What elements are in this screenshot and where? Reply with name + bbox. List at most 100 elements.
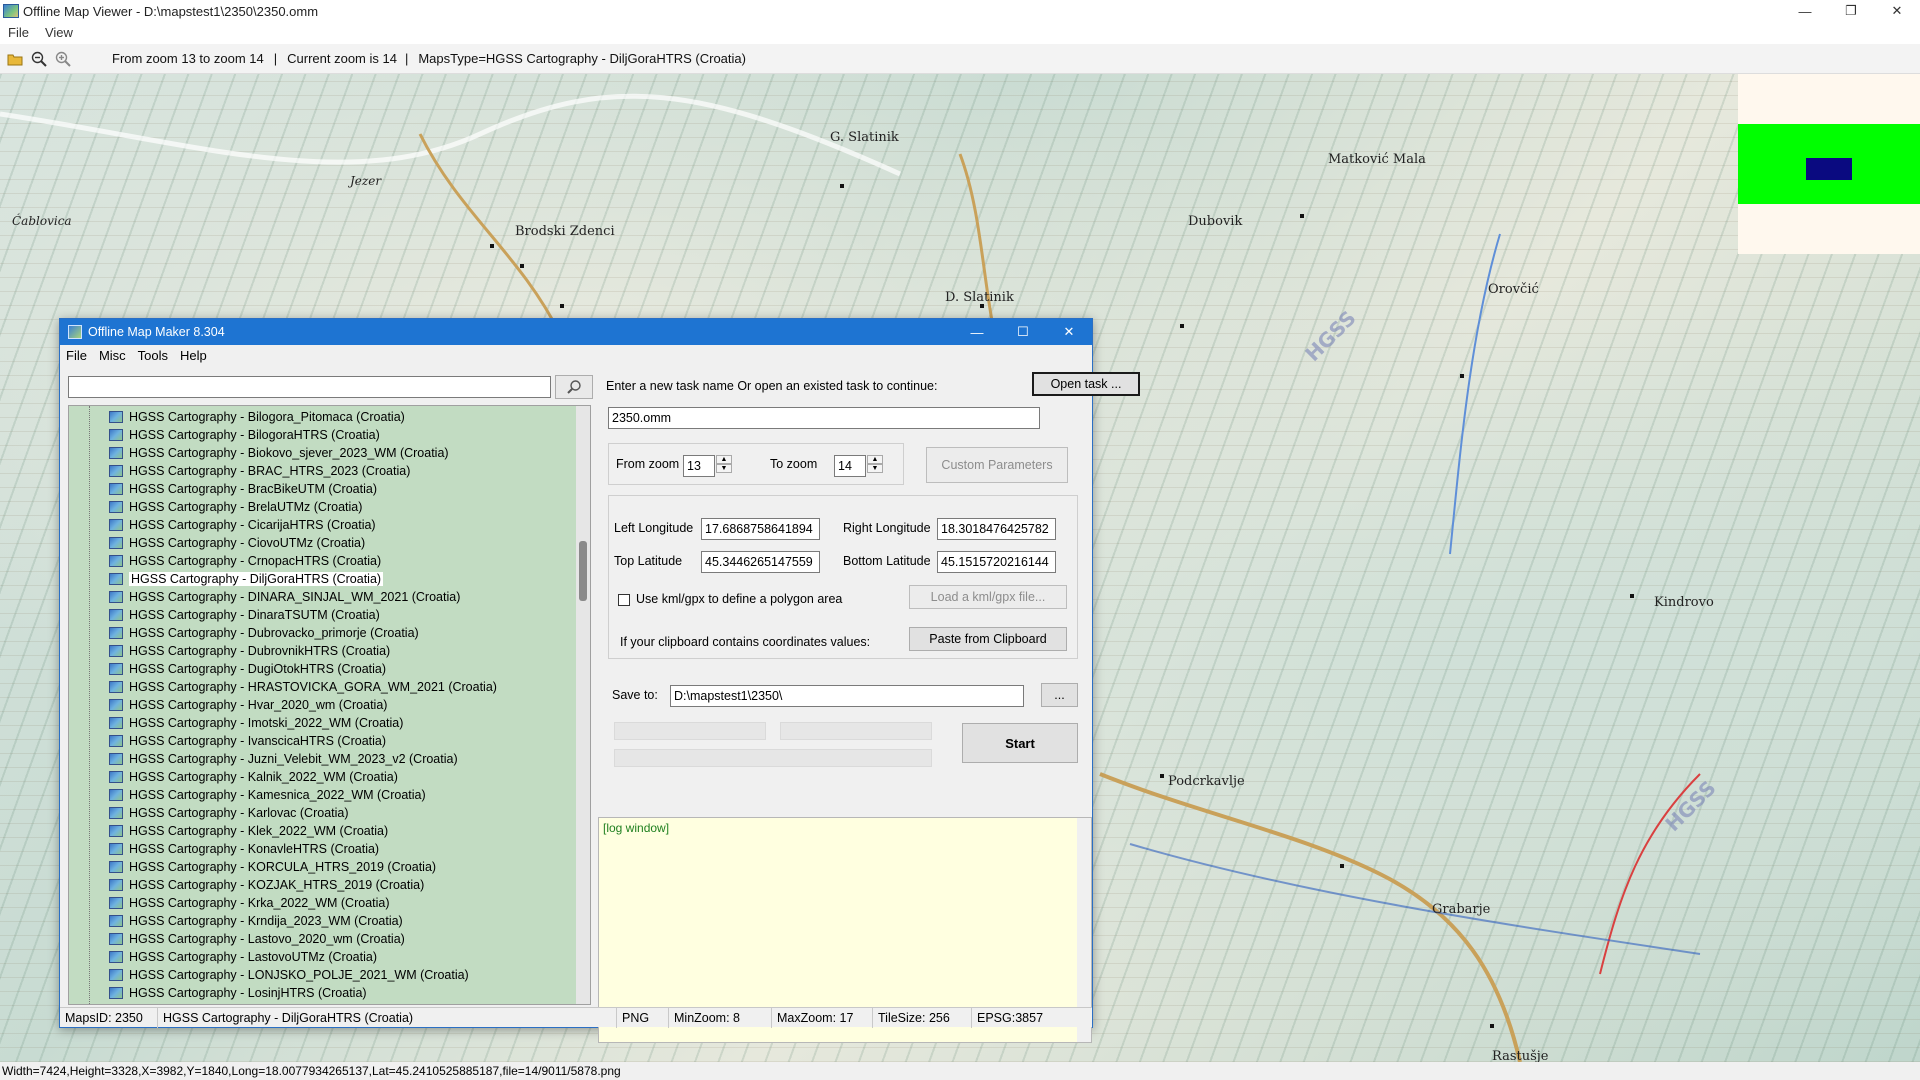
clipboard-prompt: If your clipboard contains coordinates v… — [620, 635, 871, 649]
tree-item[interactable]: HGSS Cartography - HRASTOVICKA_GORA_WM_2… — [109, 678, 497, 696]
top-latitude-input[interactable]: 45.3446265147559 — [701, 551, 820, 573]
paste-clipboard-button[interactable]: Paste from Clipboard — [909, 627, 1067, 651]
restore-button[interactable]: ❐ — [1828, 0, 1874, 22]
separator: | — [273, 51, 278, 66]
from-zoom-input[interactable]: 13 — [683, 455, 715, 477]
map-tile-icon — [109, 465, 123, 477]
open-folder-icon[interactable] — [6, 50, 24, 68]
menu-misc[interactable]: Misc — [93, 348, 132, 363]
right-longitude-input[interactable]: 18.3018476425782 — [937, 518, 1056, 540]
task-name-input[interactable]: 2350.omm — [608, 407, 1040, 429]
tree-item[interactable]: HGSS Cartography - CiovoUTMz (Croatia) — [109, 534, 365, 552]
menu-file[interactable]: File — [60, 348, 93, 363]
tree-item-label: HGSS Cartography - DubrovnikHTRS (Croati… — [129, 644, 391, 658]
map-tile-icon — [109, 591, 123, 603]
tree-item[interactable]: HGSS Cartography - BrelaUTMz (Croatia) — [109, 498, 362, 516]
tree-item[interactable]: HGSS Cartography - Hvar_2020_wm (Croatia… — [109, 696, 387, 714]
tree-item[interactable]: HGSS Cartography - KOZJAK_HTRS_2019 (Cro… — [109, 876, 424, 894]
use-kml-checkbox[interactable] — [618, 594, 630, 606]
browse-button[interactable]: ... — [1041, 683, 1078, 707]
tree-item[interactable]: HGSS Cartography - DubrovnikHTRS (Croati… — [109, 642, 390, 660]
from-zoom-spinner[interactable]: ▲ ▼ — [716, 455, 732, 473]
menu-view[interactable]: View — [37, 25, 81, 40]
tree-item[interactable]: HGSS Cartography - Juzni_Velebit_WM_2023… — [109, 750, 458, 768]
tree-item[interactable]: HGSS Cartography - Kamesnica_2022_WM (Cr… — [109, 786, 426, 804]
map-tile-icon — [109, 555, 123, 567]
tree-item[interactable]: HGSS Cartography - Bilogora_Pitomaca (Cr… — [109, 408, 405, 426]
tree-scrollbar[interactable] — [576, 406, 590, 1004]
tree-item[interactable]: HGSS Cartography - KonavleHTRS (Croatia) — [109, 840, 379, 858]
bottom-latitude-input[interactable]: 45.1515720216144 — [937, 551, 1056, 573]
start-button[interactable]: Start — [962, 723, 1078, 763]
save-to-input[interactable]: D:\mapstest1\2350\ — [670, 685, 1024, 707]
map-tile-icon — [109, 483, 123, 495]
tree-item[interactable]: HGSS Cartography - BilogoraHTRS (Croatia… — [109, 426, 380, 444]
to-zoom-spinner[interactable]: ▲ ▼ — [867, 455, 883, 473]
to-zoom-label: To zoom — [770, 457, 818, 471]
tree-item-label: HGSS Cartography - BrelaUTMz (Croatia) — [129, 500, 363, 514]
zoom-out-icon[interactable] — [30, 50, 48, 68]
tree-item[interactable]: HGSS Cartography - BRAC_HTRS_2023 (Croat… — [109, 462, 410, 480]
close-button[interactable]: ✕ — [1046, 319, 1092, 345]
map-tile-icon — [109, 915, 123, 927]
use-kml-label: Use kml/gpx to define a polygon area — [636, 592, 843, 606]
map-tile-icon — [109, 681, 123, 693]
dialog-titlebar: Offline Map Maker 8.304 — ☐ ✕ — [60, 319, 1092, 345]
map-tile-icon — [109, 573, 123, 585]
tree-item[interactable]: HGSS Cartography - Klek_2022_WM (Croatia… — [109, 822, 388, 840]
menu-file[interactable]: File — [0, 25, 37, 40]
scroll-thumb[interactable] — [579, 541, 587, 601]
map-tile-icon — [109, 699, 123, 711]
tree-item-label: HGSS Cartography - Karlovac (Croatia) — [129, 806, 349, 820]
map-tile-icon — [109, 663, 123, 675]
tree-item[interactable]: HGSS Cartography - Biokovo_sjever_2023_W… — [109, 444, 449, 462]
tree-item[interactable]: HGSS Cartography - KORCULA_HTRS_2019 (Cr… — [109, 858, 436, 876]
tree-item[interactable]: HGSS Cartography - IvanscicaHTRS (Croati… — [109, 732, 386, 750]
search-button[interactable] — [555, 375, 593, 399]
map-search-input[interactable] — [68, 376, 551, 398]
tree-item[interactable]: HGSS Cartography - Krka_2022_WM (Croatia… — [109, 894, 390, 912]
top-latitude-label: Top Latitude — [614, 554, 683, 568]
tree-item[interactable]: HGSS Cartography - CicarijaHTRS (Croatia… — [109, 516, 376, 534]
tree-item[interactable]: HGSS Cartography - CrnopacHTRS (Croatia) — [109, 552, 381, 570]
tree-item[interactable]: HGSS Cartography - Krndija_2023_WM (Croa… — [109, 912, 403, 930]
tree-item[interactable]: HGSS Cartography - LONJSKO_POLJE_2021_WM… — [109, 966, 469, 984]
close-button[interactable]: ✕ — [1874, 0, 1920, 22]
tree-item-label: HGSS Cartography - Klek_2022_WM (Croatia… — [129, 824, 389, 838]
tree-item[interactable]: HGSS Cartography - LosinjHTRS (Croatia) — [109, 984, 367, 1002]
tree-item[interactable]: HGSS Cartography - BracBikeUTM (Croatia) — [109, 480, 377, 498]
load-kml-button[interactable]: Load a kml/gpx file... — [909, 585, 1067, 609]
tree-item[interactable]: HGSS Cartography - DugiOtokHTRS (Croatia… — [109, 660, 386, 678]
menu-help[interactable]: Help — [174, 348, 213, 363]
left-longitude-input[interactable]: 17.6868758641894 — [701, 518, 820, 540]
zoom-in-icon[interactable] — [54, 50, 72, 68]
minimize-button[interactable]: — — [1782, 0, 1828, 22]
minimap-viewport[interactable] — [1806, 158, 1852, 180]
tree-item[interactable]: HGSS Cartography - Lastovo_2020_wm (Croa… — [109, 930, 405, 948]
tree-item[interactable]: HGSS Cartography - DinaraTSUTM (Croatia) — [109, 606, 380, 624]
status-min-zoom: MinZoom: 8 — [669, 1007, 772, 1028]
tree-item-label: HGSS Cartography - Juzni_Velebit_WM_2023… — [129, 752, 458, 766]
tree-item-label: HGSS Cartography - Dubrovacko_primorje (… — [129, 626, 419, 640]
map-tile-icon — [109, 627, 123, 639]
map-place-label: Grabarje — [1432, 902, 1491, 917]
left-longitude-label: Left Longitude — [614, 521, 694, 535]
map-place-label: Jezer — [350, 174, 382, 188]
map-tile-icon — [109, 501, 123, 513]
app-map-icon — [3, 4, 19, 18]
custom-parameters-button[interactable]: Custom Parameters — [926, 447, 1068, 483]
tree-item[interactable]: HGSS Cartography - Dubrovacko_primorje (… — [109, 624, 419, 642]
maximize-button[interactable]: ☐ — [1000, 319, 1046, 345]
minimap[interactable] — [1738, 74, 1920, 254]
tree-item[interactable]: HGSS Cartography - Kalnik_2022_WM (Croat… — [109, 768, 398, 786]
tree-item[interactable]: HGSS Cartography - LastovoUTMz (Croatia) — [109, 948, 377, 966]
tree-item[interactable]: HGSS Cartography - DiljGoraHTRS (Croatia… — [109, 570, 384, 588]
open-task-button[interactable]: Open task ... — [1032, 372, 1140, 396]
map-type-tree[interactable]: HGSS Cartography - Bilogora_Pitomaca (Cr… — [68, 405, 591, 1005]
tree-item[interactable]: HGSS Cartography - Imotski_2022_WM (Croa… — [109, 714, 403, 732]
to-zoom-input[interactable]: 14 — [834, 455, 866, 477]
minimize-button[interactable]: — — [954, 319, 1000, 345]
tree-item[interactable]: HGSS Cartography - Karlovac (Croatia) — [109, 804, 349, 822]
tree-item[interactable]: HGSS Cartography - DINARA_SINJAL_WM_2021… — [109, 588, 460, 606]
menu-tools[interactable]: Tools — [132, 348, 174, 363]
